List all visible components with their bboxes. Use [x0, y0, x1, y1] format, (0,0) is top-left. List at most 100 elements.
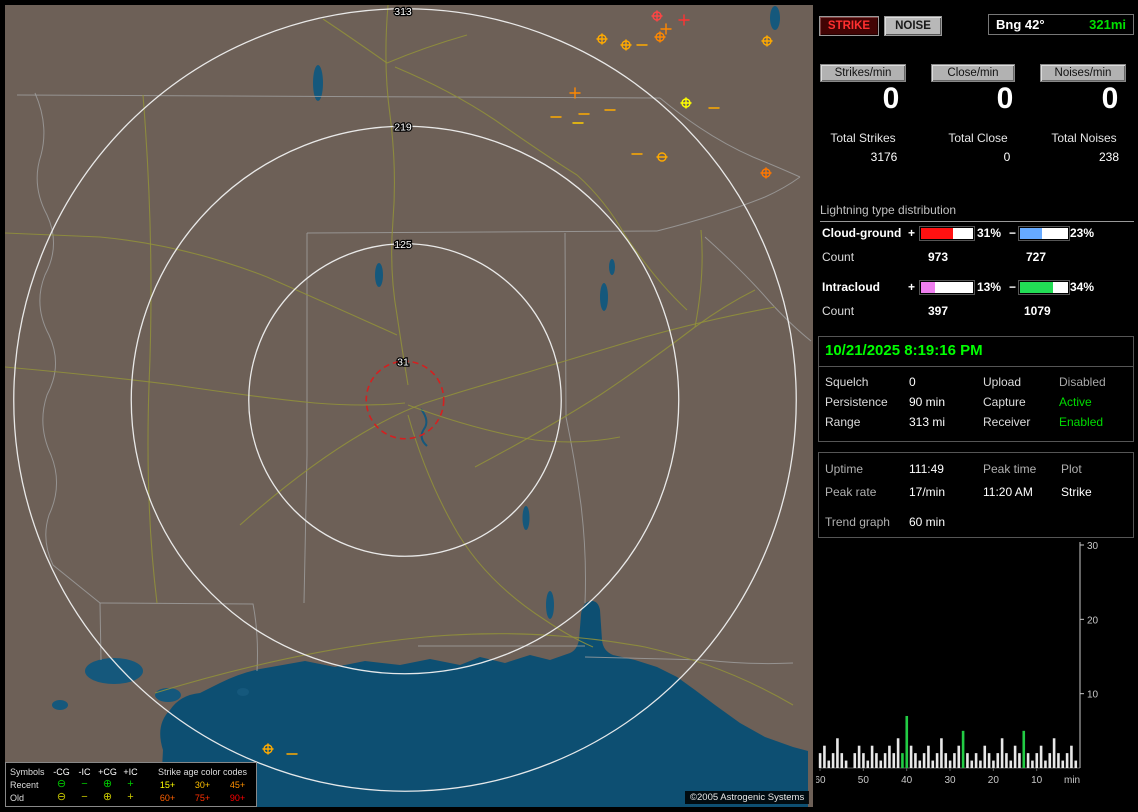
status-box: Uptime 111:49 Peak time Plot Peak rate 1… [818, 452, 1134, 538]
range-value: 313 mi [909, 415, 946, 429]
uptime-value: 111:49 [909, 462, 944, 476]
persistence-value: 90 min [909, 395, 946, 409]
strike-symbol-pcg [620, 39, 632, 51]
small-lake [52, 700, 68, 710]
bearing-value: Bng 42° [996, 17, 1045, 32]
map-legend: Symbols -CG -IC +CG +IC Strike age color code… [5, 762, 257, 807]
squelch-label: Squelch [825, 375, 869, 389]
range-label: Range [825, 415, 861, 429]
cloud-ground-row: Cloud-ground + 31% − 23% [816, 226, 1138, 241]
state-borders-layer [16, 92, 812, 672]
ic-plus-bar [919, 280, 975, 295]
range-ring-label: 125 [394, 239, 412, 251]
choctawhatchee-river [546, 591, 554, 619]
distance-value: 321mi [1089, 17, 1126, 32]
strike-symbol-pic [660, 23, 672, 35]
total-noises-value: 238 [1098, 150, 1120, 164]
noises-per-min-button[interactable]: Noises/min [1040, 64, 1126, 82]
receiver-label: Receiver [983, 415, 1031, 429]
strike-symbol-mcg [656, 152, 668, 162]
strike-symbol-pcg [651, 10, 663, 22]
ic-minus-pct: 34% [1070, 280, 1095, 294]
map-legend-grid: Symbols -CG -IC +CG +IC Strike age color code… [6, 763, 256, 804]
total-strikes-label: Total Strikes [830, 131, 896, 145]
plot-label: Plot [1061, 462, 1082, 476]
noise-button[interactable]: NOISE [884, 16, 942, 36]
age-codes-title: Strike age color codes [157, 766, 248, 777]
strike-symbol-pic [569, 87, 581, 99]
cloud-ground-count-row: Count 973 727 [816, 250, 1138, 264]
count-label: Count [822, 304, 855, 318]
strikes-layer [262, 10, 773, 755]
copyright-credit: ©2005 Astrogenic Systems [685, 791, 810, 804]
trend-graph-window: 60 min [909, 515, 946, 529]
cg-minus-pct: 23% [1070, 226, 1095, 240]
total-strikes-value: 3176 [870, 150, 898, 164]
weiss-lake [609, 259, 615, 275]
intracloud-label: Intracloud [822, 280, 881, 294]
logan-martin-lake [600, 283, 608, 311]
ic-minus-count: 1079 [1024, 304, 1051, 318]
divider [819, 366, 1133, 367]
range-ring-label: 313 [394, 6, 412, 18]
plus-sign: + [908, 226, 916, 240]
squelch-value: 0 [909, 375, 916, 389]
lake-borgne [155, 688, 181, 702]
receiver-status: Enabled [1059, 415, 1104, 429]
ic-minus-bar [1018, 280, 1070, 295]
strike-symbol-pcg [761, 35, 773, 47]
map-view[interactable]: 31 125 219 313 Symbols -CG -IC +CG +IC Strike ag… [5, 5, 813, 807]
total-close-label: Total Close [948, 131, 1008, 145]
persistence-label: Persistence [825, 395, 888, 409]
close-per-min-button[interactable]: Close/min [931, 64, 1015, 82]
svg-text:40: 40 [901, 775, 913, 786]
ic-plus-count: 397 [928, 304, 949, 318]
cg-plus-bar [919, 226, 975, 241]
walter-george-lake [522, 506, 530, 530]
strike-symbol-pcg [654, 31, 666, 43]
cg-minus-bar [1018, 226, 1070, 241]
strike-symbol-pic [678, 14, 690, 26]
range-ring-125 [248, 243, 562, 557]
svg-text:20: 20 [1087, 615, 1099, 626]
svg-text:10: 10 [1031, 775, 1043, 786]
range-ring-label: 219 [394, 121, 412, 133]
settings-box: 10/21/2025 8:19:16 PM Squelch 0 Upload D… [818, 336, 1134, 442]
noises-per-min-value: 0 [1101, 82, 1119, 115]
plot-value: Strike [1061, 485, 1092, 499]
range-ring-label: 31 [397, 356, 409, 368]
strike-button[interactable]: STRIKE [819, 16, 879, 36]
intracloud-row: Intracloud + 13% − 34% [816, 280, 1138, 295]
svg-text:30: 30 [944, 775, 956, 786]
upload-status: Disabled [1059, 375, 1106, 389]
capture-status: Active [1059, 395, 1092, 409]
plus-sign: + [908, 280, 916, 294]
peak-time-value: 11:20 AM [983, 485, 1033, 499]
cg-plus-pct: 31% [977, 226, 1002, 240]
distribution-title: Lightning type distribution [820, 203, 1134, 222]
close-alarm-ring [365, 360, 445, 440]
strikes-per-min-value: 0 [882, 82, 900, 115]
coosa-river [420, 408, 428, 447]
northeast-lake [770, 6, 780, 30]
cg-minus-count: 727 [1026, 250, 1047, 264]
smith-lake [375, 263, 383, 287]
strike-symbol-pcg [596, 33, 608, 45]
trend-graph-label: Trend graph [825, 515, 890, 529]
trend-graph: 10 20 30 60 50 40 30 20 10 min [816, 541, 1099, 786]
strike-symbol-pcg [680, 97, 692, 109]
uptime-label: Uptime [825, 462, 864, 476]
bearing-distance-box: Bng 42° 321mi [988, 14, 1134, 35]
peak-rate-label: Peak rate [825, 485, 877, 499]
svg-text:min: min [1064, 775, 1080, 786]
close-per-min-value: 0 [996, 82, 1014, 115]
svg-text:20: 20 [988, 775, 1000, 786]
strikes-per-min-button[interactable]: Strikes/min [820, 64, 906, 82]
range-ring-219 [130, 125, 680, 675]
upload-label: Upload [983, 375, 1022, 389]
count-label: Count [822, 250, 855, 264]
svg-text:10: 10 [1087, 690, 1099, 701]
svg-text:30: 30 [1087, 541, 1099, 552]
map-canvas: 31 125 219 313 [5, 5, 812, 807]
coastal-inlet [237, 688, 249, 696]
